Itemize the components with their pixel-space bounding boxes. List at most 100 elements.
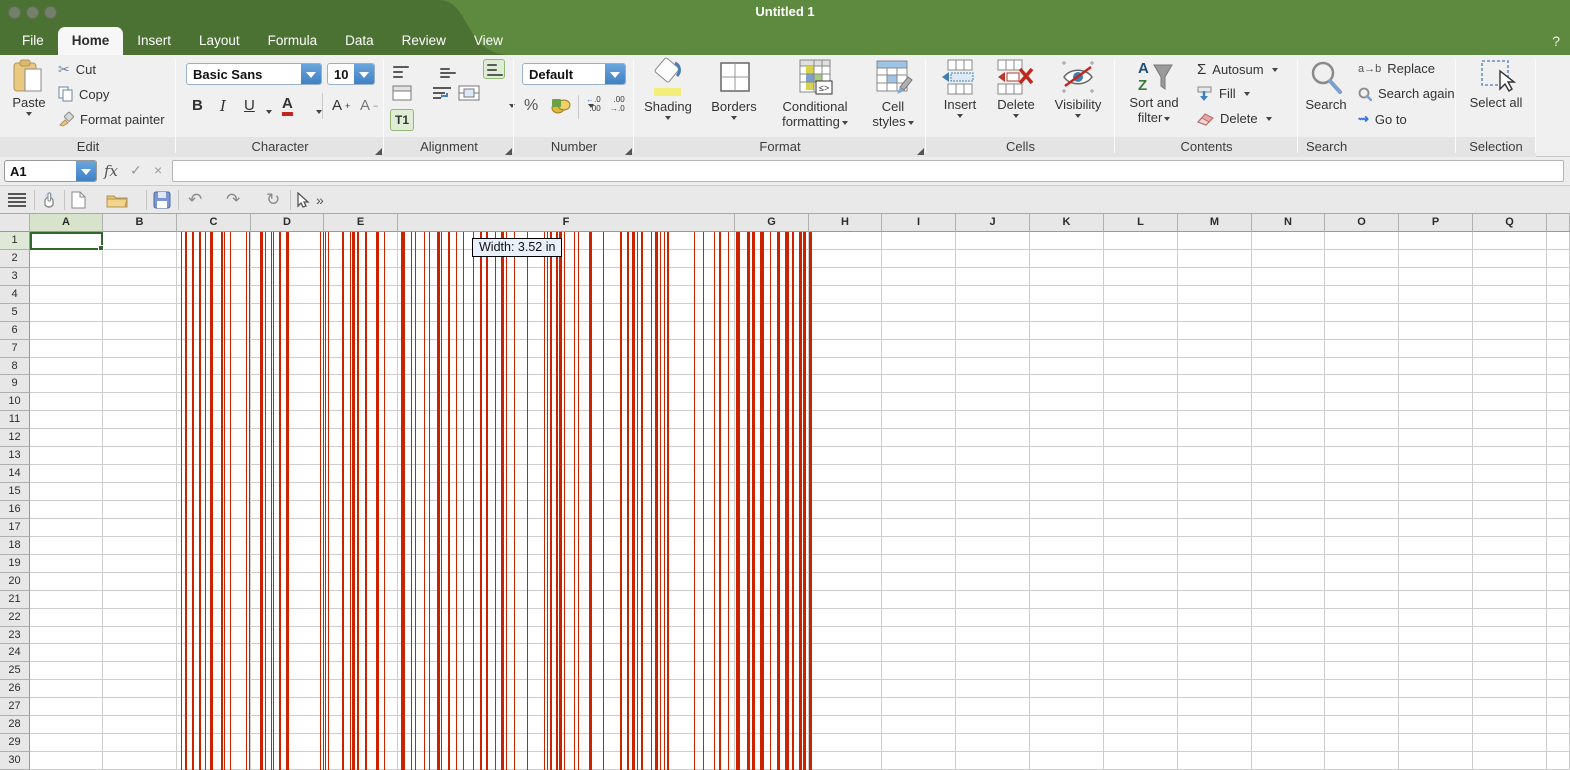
column-header-I[interactable]: I <box>882 214 956 232</box>
delete-decimal-icon[interactable]: .00→.0 <box>610 95 625 113</box>
menu-icon[interactable] <box>8 189 26 211</box>
row-header-20[interactable]: 20 <box>0 573 30 591</box>
paste-dropdown[interactable] <box>26 112 32 119</box>
underline-dropdown[interactable] <box>266 110 272 117</box>
name-box-dropdown[interactable] <box>76 161 96 181</box>
borders-dropdown[interactable] <box>731 116 737 123</box>
shading-button[interactable]: Shading <box>638 57 698 123</box>
row-header-5[interactable]: 5 <box>0 304 30 322</box>
font-name-dropdown[interactable] <box>301 64 321 84</box>
search-again-button[interactable]: Search again <box>1358 86 1455 101</box>
column-header-M[interactable]: M <box>1178 214 1252 232</box>
row-header-24[interactable]: 24 <box>0 644 30 662</box>
visibility-dropdown[interactable] <box>1075 114 1081 121</box>
undo-icon[interactable]: ↶ <box>188 189 202 211</box>
row-header-23[interactable]: 23 <box>0 627 30 645</box>
ribbon-tab-view[interactable]: View <box>460 27 517 55</box>
borders-button[interactable]: Borders <box>704 57 764 123</box>
column-header-J[interactable]: J <box>956 214 1030 232</box>
help-icon[interactable]: ? <box>1552 33 1560 49</box>
delete-contents-button[interactable]: Delete <box>1197 111 1272 126</box>
font-name-combo[interactable]: Basic Sans <box>186 63 322 85</box>
font-color-button[interactable]: A <box>282 95 293 116</box>
ribbon-tab-file[interactable]: File <box>8 27 58 55</box>
row-header-3[interactable]: 3 <box>0 268 30 286</box>
conditional-formatting-button[interactable]: ≤> Conditional formatting <box>770 57 860 129</box>
currency-format-icon[interactable] <box>550 97 572 115</box>
column-header-D[interactable]: D <box>251 214 324 232</box>
row-header-25[interactable]: 25 <box>0 662 30 680</box>
font-size-dropdown[interactable] <box>354 64 374 84</box>
ribbon-tab-insert[interactable]: Insert <box>123 27 185 55</box>
row-header-29[interactable]: 29 <box>0 734 30 752</box>
column-header-L[interactable]: L <box>1104 214 1178 232</box>
sort-filter-button[interactable]: A Z Sort and filter <box>1123 57 1185 125</box>
format-dialog-launcher[interactable] <box>917 148 924 155</box>
align-bottom-icon[interactable] <box>483 59 505 79</box>
repeat-icon[interactable]: ↻ <box>266 189 280 211</box>
row-header-27[interactable]: 27 <box>0 698 30 716</box>
select-cursor-icon[interactable] <box>297 189 310 211</box>
goto-button[interactable]: ⇝ Go to <box>1358 111 1407 127</box>
row-header-10[interactable]: 10 <box>0 393 30 411</box>
percent-format-button[interactable]: % <box>524 97 538 115</box>
save-icon[interactable] <box>153 189 171 211</box>
cut-button[interactable]: ✂ Cut <box>58 61 96 78</box>
column-header-H[interactable]: H <box>809 214 882 232</box>
row-header-16[interactable]: 16 <box>0 501 30 519</box>
select-all-button[interactable]: Select all <box>1466 59 1526 110</box>
ribbon-tab-formula[interactable]: Formula <box>254 27 332 55</box>
column-header-Q[interactable]: Q <box>1473 214 1547 232</box>
replace-button[interactable]: a→b Replace <box>1358 61 1435 76</box>
add-decimal-icon[interactable]: ←.0.00 <box>586 95 601 113</box>
ribbon-tab-review[interactable]: Review <box>388 27 460 55</box>
align-top-icon[interactable] <box>392 65 410 81</box>
row-header-13[interactable]: 13 <box>0 447 30 465</box>
new-document-icon[interactable] <box>71 189 86 211</box>
column-header-B[interactable]: B <box>103 214 177 232</box>
row-header-19[interactable]: 19 <box>0 555 30 573</box>
column-header-K[interactable]: K <box>1030 214 1104 232</box>
row-header-28[interactable]: 28 <box>0 716 30 734</box>
pan-hand-icon[interactable] <box>40 189 58 211</box>
column-header-E[interactable]: E <box>324 214 398 232</box>
grow-font-button[interactable]: A+ <box>332 97 350 114</box>
row-header-15[interactable]: 15 <box>0 483 30 501</box>
row-header-22[interactable]: 22 <box>0 609 30 627</box>
center-vertically-icon[interactable] <box>439 65 457 81</box>
row-header-1[interactable]: 1 <box>0 232 30 250</box>
cancel-icon[interactable]: × <box>154 162 162 178</box>
text-orientation-icon[interactable]: T1 <box>390 109 414 131</box>
spreadsheet-grid[interactable]: ABCDEFGHIJKLMNOPQ 1234567891011121314151… <box>0 214 1570 770</box>
row-header-14[interactable]: 14 <box>0 465 30 483</box>
paste-button[interactable]: Paste <box>6 59 52 119</box>
wrap-text-icon[interactable] <box>432 85 452 101</box>
shrink-font-button[interactable]: A− <box>360 97 378 114</box>
sort-filter-dropdown[interactable] <box>1164 117 1170 124</box>
ribbon-tab-home[interactable]: Home <box>58 27 124 55</box>
row-header-6[interactable]: 6 <box>0 322 30 340</box>
italic-button[interactable]: I <box>220 97 226 115</box>
open-folder-icon[interactable] <box>106 189 128 211</box>
delete-contents-dropdown[interactable] <box>1266 117 1272 124</box>
cell-format-icon[interactable] <box>392 85 412 101</box>
fill-dropdown[interactable] <box>1244 92 1250 99</box>
column-header-A[interactable]: A <box>30 214 103 232</box>
font-color-dropdown[interactable] <box>316 110 322 117</box>
column-header-C[interactable]: C <box>177 214 251 232</box>
cell-styles-button[interactable]: Cell styles <box>864 57 922 129</box>
selected-cell-a1[interactable] <box>30 232 103 250</box>
conditional-formatting-dropdown[interactable] <box>842 121 848 128</box>
row-header-4[interactable]: 4 <box>0 286 30 304</box>
row-header-17[interactable]: 17 <box>0 519 30 537</box>
shading-dropdown[interactable] <box>665 116 671 123</box>
column-header-blank[interactable] <box>1547 214 1570 232</box>
fill-handle[interactable] <box>98 245 104 251</box>
visibility-button[interactable]: Visibility <box>1046 57 1110 121</box>
insert-cells-dropdown[interactable] <box>957 114 963 121</box>
alignment-dialog-launcher[interactable] <box>505 148 512 155</box>
redo-icon[interactable]: ↷ <box>226 189 240 211</box>
ribbon-tab-layout[interactable]: Layout <box>185 27 254 55</box>
row-header-2[interactable]: 2 <box>0 250 30 268</box>
column-header-P[interactable]: P <box>1399 214 1473 232</box>
